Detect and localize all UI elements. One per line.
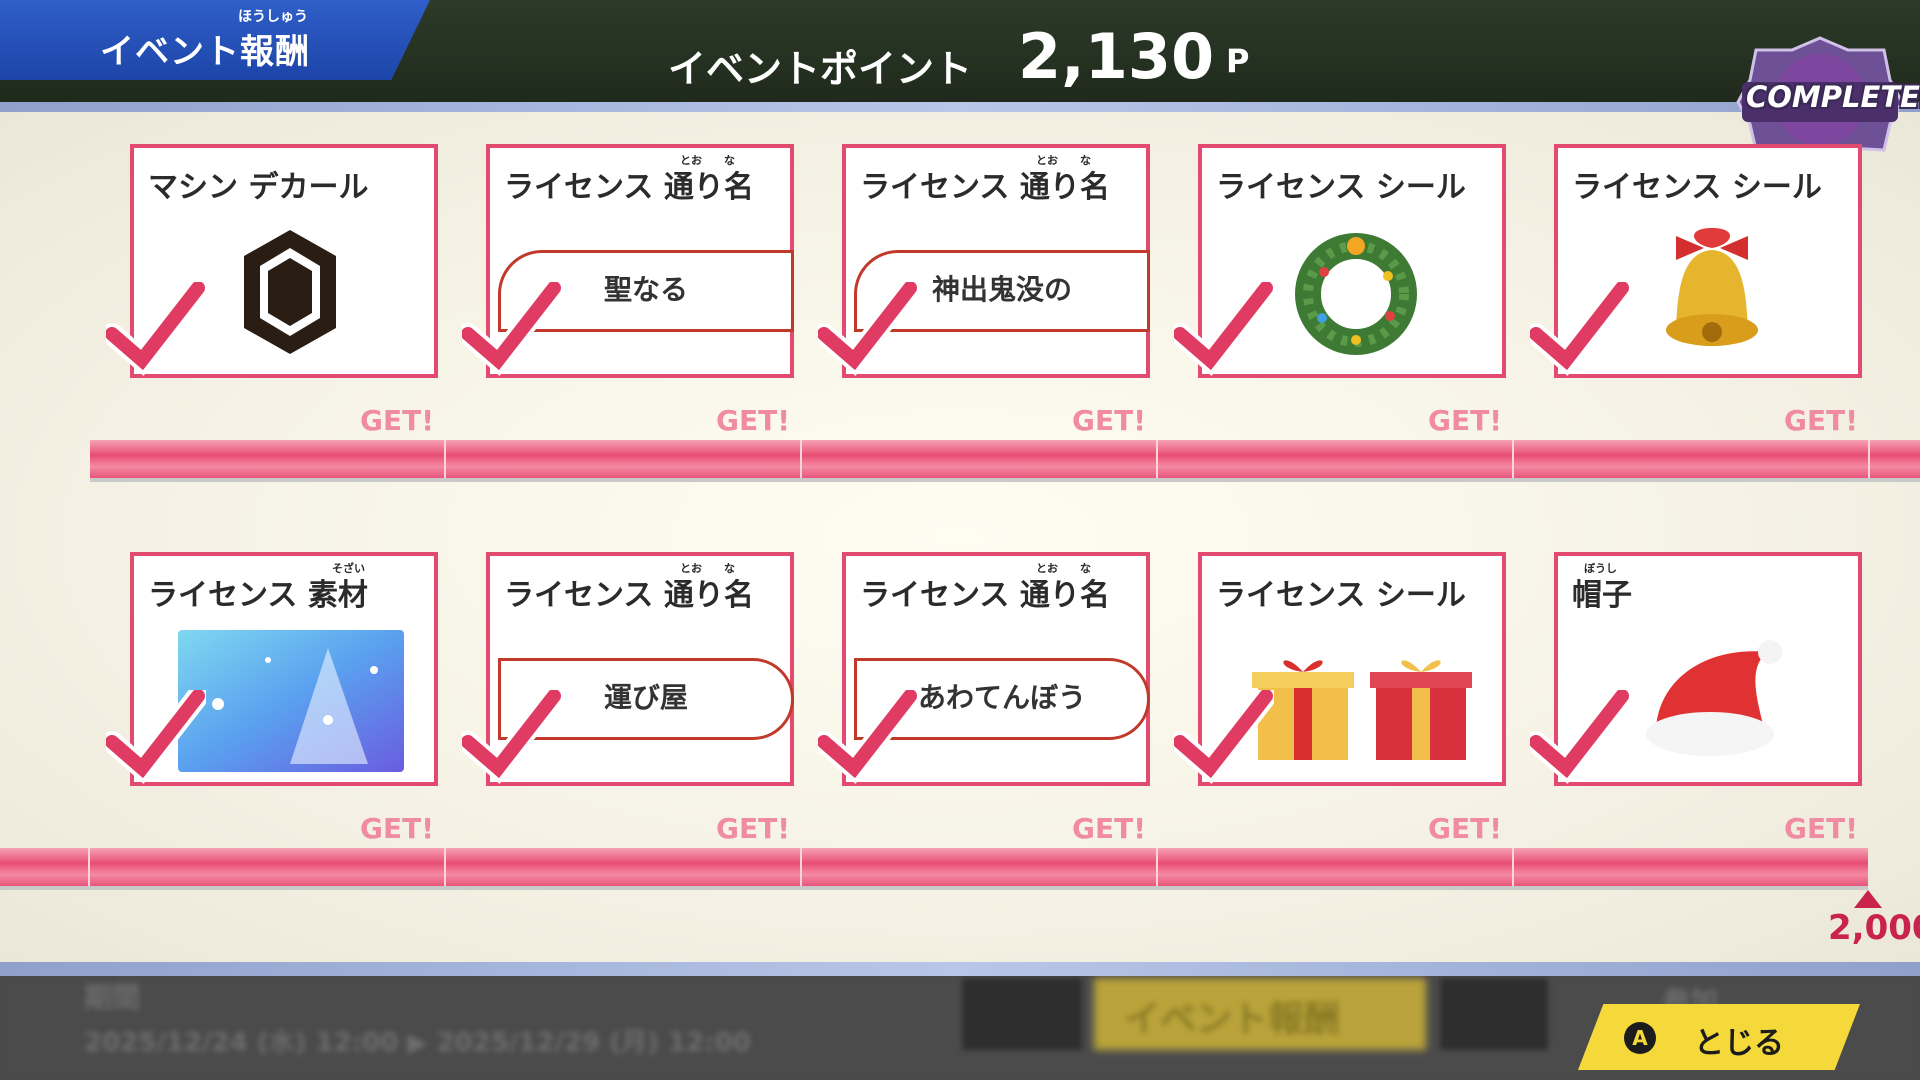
get-label: GET!: [360, 812, 434, 845]
checkmark-icon: [462, 690, 562, 784]
santa-hat-icon: [1646, 640, 1782, 756]
wreath-icon: [1295, 233, 1417, 355]
bg-mail-button: [962, 978, 1082, 1050]
checkmark-icon: [1530, 282, 1630, 376]
ribbon-divider: [1156, 848, 1158, 886]
ribbon-divider: [1156, 440, 1158, 478]
ribbon-divider: [444, 848, 446, 886]
reward-title: ライセンス シール: [1572, 170, 1822, 205]
checkmark-icon: [106, 690, 206, 784]
get-label: GET!: [716, 812, 790, 845]
checkmark-icon: [1174, 690, 1274, 784]
bell-icon: [1666, 228, 1758, 346]
reward-title: ライセンス 素材: [148, 578, 368, 613]
bg-plus-button: [1440, 978, 1548, 1050]
reward-title: ライセンス シール: [1216, 578, 1466, 613]
threshold-arrow-icon: [1854, 890, 1882, 908]
points-value: 2,130: [1018, 20, 1215, 93]
completed-badge-label: COMPLETED: [1746, 80, 1920, 114]
reward-title: ライセンス シール: [1216, 170, 1466, 205]
reward-title: ライセンス 通り名: [860, 578, 1110, 613]
get-label: GET!: [1784, 404, 1858, 437]
reward-title: ライセンス 通り名: [504, 578, 754, 613]
bg-event-reward-label: イベント報酬: [1124, 999, 1341, 1040]
ribbon-divider: [800, 848, 802, 886]
points-label: イベントポイント: [668, 47, 973, 91]
get-label: GET!: [1784, 812, 1858, 845]
get-label: GET!: [360, 404, 434, 437]
reward-title: 帽子: [1572, 578, 1632, 613]
reward-title: ライセンス 通り名: [860, 170, 1110, 205]
progress-ribbon-base: [90, 478, 1920, 482]
threshold-value: 2,000: [1828, 908, 1920, 948]
get-label: GET!: [1072, 812, 1146, 845]
get-label: GET!: [1428, 812, 1502, 845]
ribbon-divider: [88, 848, 90, 886]
ribbon-divider: [1512, 440, 1514, 478]
reward-title: ライセンス 通り名: [504, 170, 754, 205]
reward-title: マシン デカール: [148, 170, 369, 205]
ribbon-divider: [800, 440, 802, 478]
ribbon-divider: [1868, 440, 1870, 478]
checkmark-icon: [106, 282, 206, 376]
close-button-label[interactable]: とじる: [1694, 1018, 1784, 1062]
sparkle-tree-material-icon: [178, 630, 404, 772]
gift-boxes-icon: [1252, 660, 1472, 760]
page-title: イベント報酬: [100, 32, 310, 72]
hexagon-gem-icon: [244, 230, 336, 354]
points-unit: P: [1226, 42, 1250, 80]
get-label: GET!: [716, 404, 790, 437]
get-label: GET!: [1072, 404, 1146, 437]
checkmark-icon: [1174, 282, 1274, 376]
bg-period-text: 2025/12/24 (水) 12:00 ▶ 2025/12/29 (月) 12…: [84, 1028, 751, 1058]
progress-ribbon-base: [0, 886, 1868, 890]
checkmark-icon: [818, 690, 918, 784]
ribbon-divider: [1512, 848, 1514, 886]
panel-bottom-border: [0, 962, 1920, 976]
checkmark-icon: [1530, 690, 1630, 784]
progress-ribbon: [0, 848, 1868, 886]
progress-ribbon: [90, 440, 1920, 478]
bg-period-label: 期間: [84, 981, 141, 1014]
checkmark-icon: [818, 282, 918, 376]
ribbon-divider: [444, 440, 446, 478]
checkmark-icon: [462, 282, 562, 376]
title-ruby: ほうしゅう: [238, 9, 308, 25]
a-button-icon: A: [1624, 1022, 1656, 1054]
get-label: GET!: [1428, 404, 1502, 437]
